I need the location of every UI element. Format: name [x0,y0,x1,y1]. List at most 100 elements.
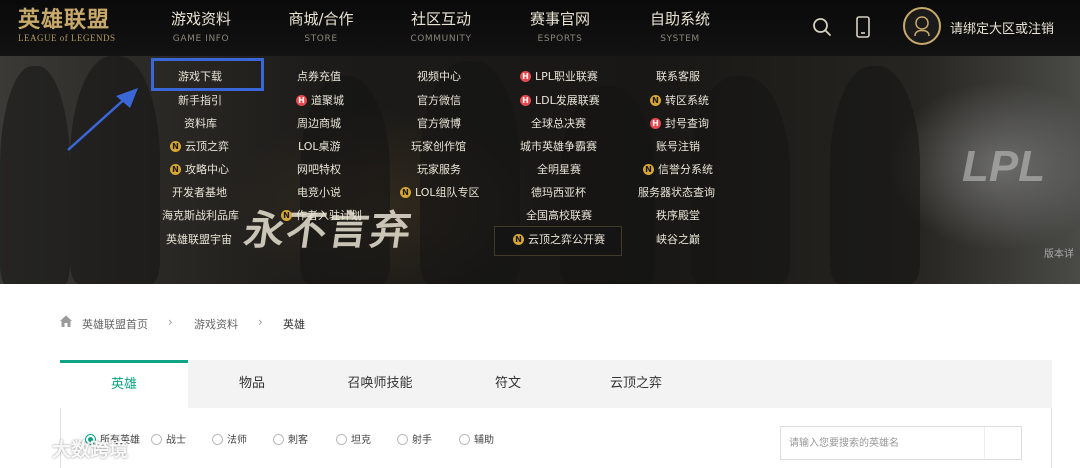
mobile-icon[interactable] [855,16,871,38]
filter-marksman[interactable]: 射手 [397,431,432,446]
dropdown-item-worlds[interactable]: 全球总决赛 [531,115,586,133]
dropdown-item-weibo[interactable]: 官方微博 [417,115,461,133]
tab-summoner-spells[interactable]: 召唤师技能 [316,360,444,408]
filter-mage[interactable]: 法师 [212,431,247,446]
filter-label: 战士 [166,435,186,446]
radio-dot [397,434,408,445]
home-icon[interactable] [59,314,73,328]
dropdown-item-netcafe[interactable]: 网吧特权 [297,161,341,179]
radio-dot [212,434,223,445]
dropdown-item-creator-hall[interactable]: 玩家创作馆 [411,138,466,156]
tab-champions[interactable]: 英雄 [60,360,188,408]
nav-sublabel: GAME INFO [172,34,230,44]
breadcrumb-home[interactable]: 英雄联盟首页 [82,316,148,332]
tab-tft[interactable]: 云顶之弈 [572,360,700,408]
dropdown-item-recharge[interactable]: 点券充值 [297,68,341,86]
filter-support[interactable]: 辅助 [459,431,494,446]
new-badge-icon: N [650,95,661,106]
filter-label: 刺客 [288,435,308,446]
hero-search-input[interactable] [789,435,979,451]
dropdown-item-esports-novel[interactable]: 电竞小说 [297,184,341,202]
dropdown-item-merch-store[interactable]: 周边商城 [297,115,341,133]
filter-fighter[interactable]: 战士 [151,431,186,446]
dropdown-item-player-service[interactable]: 玩家服务 [417,161,461,179]
dropdown-item-city-heroes[interactable]: 城市英雄争霸赛 [520,138,597,156]
dropdown-item-contact-support[interactable]: 联系客服 [656,68,700,86]
nav-sublabel: STORE [304,34,338,44]
dropdown-item-video-center[interactable]: 视频中心 [417,68,461,86]
dropdown-item-college-league[interactable]: 全国高校联赛 [526,207,592,225]
dropdown-item-database[interactable]: 资料库 [184,115,217,133]
filter-label: 坦克 [351,435,371,446]
dropdown-item-server-status[interactable]: 服务器状态查询 [638,184,715,202]
watermark: 大数跨境 [6,432,146,464]
filter-tank[interactable]: 坦克 [336,431,371,446]
nav-sublabel: SYSTEM [660,34,700,44]
nav-sublabel: COMMUNITY [410,34,472,44]
radio-dot [459,434,470,445]
new-badge-icon: N [643,164,654,175]
nav-esports[interactable]: 赛事官网 ESPORTS [528,9,592,44]
bind-region-link[interactable]: 请绑定大区或注销 [950,18,1054,37]
logo-en-text: LEAGUE of LEGENDS [18,33,116,43]
dropdown-item-ban-check[interactable]: H 封号查询 [650,115,709,133]
lol-logo[interactable]: 英雄联盟 LEAGUE of LEGENDS [18,8,130,48]
breadcrumb-current: 英雄 [283,318,305,331]
dropdown-item-daoju-mall[interactable]: H 道聚城 [296,92,344,110]
version-link[interactable]: 版本详 [1044,245,1074,260]
dropdown-item-demacia-cup[interactable]: 德玛西亚杯 [531,184,586,202]
breadcrumb-game-info[interactable]: 游戏资料 [194,316,238,332]
new-badge-icon: N [170,164,181,175]
logo-cn-text: 英雄联盟 [18,7,111,33]
dropdown-item-beginner-guide[interactable]: 新手指引 [178,92,222,110]
nav-community[interactable]: 社区互动 COMMUNITY [408,9,474,44]
nav-system[interactable]: 自助系统 SYSTEM [648,9,712,44]
dropdown-item-label: LOL组队专区 [415,186,480,199]
filter-label: 法师 [227,435,247,446]
nav-label: 社区互动 [410,10,471,28]
user-icon [914,16,930,37]
search-icon[interactable] [812,17,832,37]
dropdown-item-wechat[interactable]: 官方微信 [417,92,461,110]
breadcrumb-separator: › [168,315,173,329]
annotation-highlight-box [151,58,264,91]
dropdown-item-tft-open[interactable]: N 云顶之弈公开赛 [513,231,605,249]
dropdown-item-account-cancel[interactable]: 账号注销 [656,138,700,156]
dropdown-item-transfer-region[interactable]: N 转区系统 [650,92,709,110]
filter-assassin[interactable]: 刺客 [273,431,308,446]
tab-runes[interactable]: 符文 [444,360,572,408]
nav-game-info[interactable]: 游戏资料 GAME INFO [170,9,232,44]
new-badge-icon: N [170,141,181,152]
radio-dot [151,434,162,445]
dropdown-item-developer-base[interactable]: 开发者基地 [172,184,227,202]
dropdown-item-lol-universe[interactable]: 英雄联盟宇宙 [166,231,232,249]
dropdown-item-lpl[interactable]: H LPL职业联赛 [520,68,598,86]
dropdown-item-ldl[interactable]: H LDL发展联赛 [520,92,600,110]
dropdown-item-team-up[interactable]: N LOL组队专区 [400,184,480,202]
dropdown-item-credit-system[interactable]: N 信誉分系统 [643,161,713,179]
avatar[interactable] [903,7,941,45]
nav-label: 游戏资料 [170,10,231,28]
dropdown-item-author-program[interactable]: N 作者入驻计划 [281,207,362,225]
dropdown-item-label: 攻略中心 [185,163,229,176]
dropdown-item-lol-boardgame[interactable]: LOL桌游 [298,138,341,156]
dropdown-item-summit[interactable]: 峡谷之巅 [656,231,700,249]
dropdown-item-label: 信誉分系统 [658,163,713,176]
dropdown-item-tft[interactable]: N 云顶之弈 [170,138,229,156]
nav-label: 赛事官网 [529,10,590,28]
search-button[interactable] [984,427,1022,459]
nav-store[interactable]: 商城/合作 STORE [286,9,356,44]
dropdown-item-order-hall[interactable]: 秩序殿堂 [656,207,700,225]
dropdown-item-label: 封号查询 [665,117,709,130]
dropdown-item-hextech-loot[interactable]: 海克斯战利品库 [162,207,239,225]
dropdown-item-guide-center[interactable]: N 攻略中心 [170,161,229,179]
nav-label: 自助系统 [649,10,710,28]
watermark-text: 大数跨境 [52,439,129,461]
dropdown-item-all-star[interactable]: 全明星赛 [537,161,581,179]
dropdown-item-label: 云顶之弈 [185,140,229,153]
filter-label: 射手 [412,435,432,446]
hot-badge-icon: H [296,95,307,106]
hot-badge-icon: H [650,118,661,129]
nav-label: 商城/合作 [288,10,354,28]
tab-items[interactable]: 物品 [188,360,316,408]
